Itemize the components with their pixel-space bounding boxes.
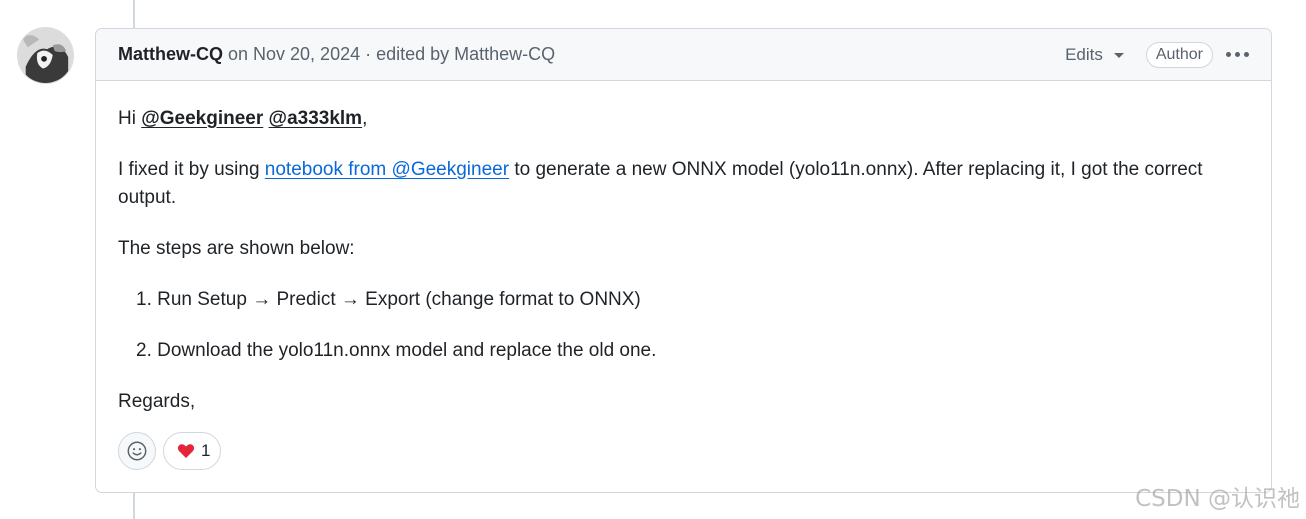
step-item: 1. Run Setup → Predict → Export (change … — [136, 289, 641, 310]
edits-dropdown[interactable]: Edits — [1065, 45, 1124, 65]
edits-label: Edits — [1065, 44, 1103, 64]
heart-count: 1 — [201, 441, 211, 460]
heart-reaction-button[interactable]: 1 — [163, 432, 222, 470]
avatar[interactable] — [17, 27, 74, 84]
greeting-suffix: , — [362, 108, 368, 129]
mention-a333klm[interactable]: @a333klm — [269, 108, 363, 129]
step-item: 2. Download the yolo11n.onnx model and r… — [136, 340, 657, 361]
greeting-paragraph: Hi @Geekgineer @a333klm, — [118, 105, 1249, 133]
comment-header: Matthew-CQ on Nov 20, 2024 · edited by M… — [96, 29, 1271, 81]
heart-icon — [177, 444, 195, 458]
signoff: Regards, — [118, 391, 196, 412]
reactions-bar: 1 — [118, 432, 222, 470]
mention-geekgineer[interactable]: @Geekgineer — [141, 108, 263, 129]
author-badge: Author — [1145, 41, 1213, 68]
avatar-image — [18, 28, 73, 83]
chevron-down-icon — [1113, 53, 1124, 58]
steps-list: 1. Run Setup → Predict → Export (change … — [118, 286, 1249, 365]
notebook-link[interactable]: notebook from @Geekgineer — [265, 159, 509, 180]
add-reaction-button[interactable] — [118, 432, 156, 470]
fix-text-prefix: I fixed it by using — [118, 159, 265, 180]
comment-body: Hi @Geekgineer @a333klm, I fixed it by u… — [96, 81, 1271, 416]
author-link[interactable]: Matthew-CQ — [118, 44, 223, 65]
watermark: CSDN @认识祂 — [1135, 486, 1300, 512]
comment-timestamp[interactable]: on Nov 20, 2024 · edited by Matthew-CQ — [228, 44, 555, 65]
smiley-icon — [127, 441, 147, 461]
comment-card: Matthew-CQ on Nov 20, 2024 · edited by M… — [95, 28, 1272, 493]
greeting-text: Hi — [118, 108, 142, 129]
fix-paragraph: I fixed it by using notebook from @Geekg… — [118, 156, 1249, 212]
kebab-icon[interactable] — [1226, 52, 1249, 57]
steps-intro: The steps are shown below: — [118, 238, 355, 259]
